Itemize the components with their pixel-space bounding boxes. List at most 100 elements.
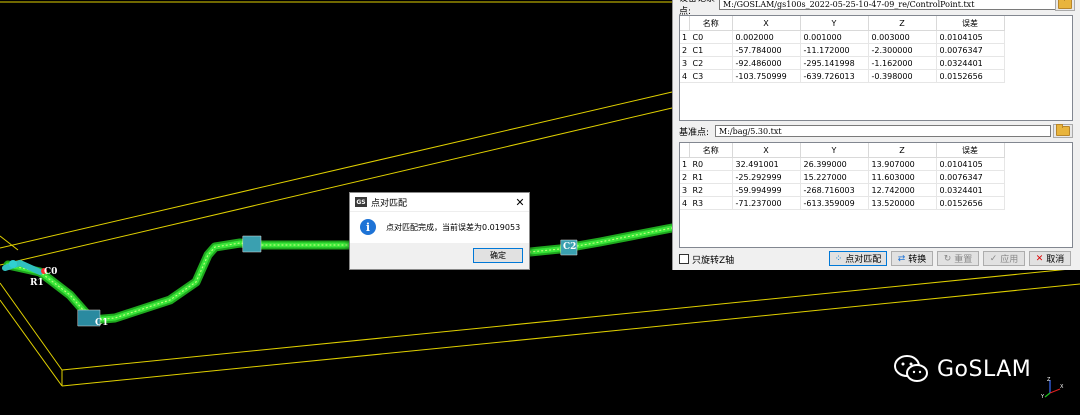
cell-name[interactable]: R1 bbox=[689, 170, 733, 184]
ok-button[interactable]: 确定 bbox=[473, 248, 523, 263]
cell-x[interactable]: -59.994999 bbox=[732, 183, 801, 197]
cell-y[interactable]: 26.399000 bbox=[800, 157, 869, 171]
cell-z[interactable]: 12.742000 bbox=[868, 183, 937, 197]
reference-points-path-input[interactable]: M:/bag/5.30.txt bbox=[715, 125, 1051, 137]
scene-label-c0: C0 bbox=[44, 267, 58, 277]
convert-label: 转换 bbox=[908, 255, 927, 265]
cell-y[interactable]: -639.726013 bbox=[800, 69, 869, 83]
column-header[interactable]: Y bbox=[800, 16, 869, 31]
cell-error[interactable]: 0.0324401 bbox=[936, 56, 1005, 70]
column-header[interactable]: X bbox=[732, 143, 801, 158]
device-points-path-row: 设备记录点: M:/GOSLAM/gs100s_2022-05-25-10-47… bbox=[679, 0, 1057, 17]
row-number-header bbox=[680, 16, 690, 31]
cell-error[interactable]: 0.0104105 bbox=[936, 157, 1005, 171]
table-row[interactable]: 2 R1 -25.292999 15.227000 11.603000 0.00… bbox=[680, 170, 1005, 184]
reset-button[interactable]: ↻ 重置 bbox=[937, 251, 979, 266]
table-row[interactable]: 2 C1 -57.784000 -11.172000 -2.300000 0.0… bbox=[680, 43, 1005, 57]
dialog-title: 点对匹配 bbox=[371, 198, 408, 209]
row-number: 2 bbox=[680, 170, 690, 184]
cell-z[interactable]: 11.603000 bbox=[868, 170, 937, 184]
device-points-browse-button[interactable] bbox=[1055, 0, 1075, 11]
column-header[interactable]: X bbox=[732, 16, 801, 31]
reference-points-grid: 名称 X Y Z 误差 1 R0 32.491001 26.399000 13.… bbox=[680, 143, 1005, 210]
column-header[interactable]: 误差 bbox=[936, 143, 1005, 158]
cell-z[interactable]: 13.907000 bbox=[868, 157, 937, 171]
column-header[interactable]: 误差 bbox=[936, 16, 1005, 31]
reset-icon: ↻ bbox=[943, 253, 952, 264]
z-axis-only-checkbox[interactable]: 只旋转Z轴 bbox=[679, 253, 734, 266]
z-axis-only-label: 只旋转Z轴 bbox=[692, 255, 735, 266]
column-header[interactable]: 名称 bbox=[689, 16, 733, 31]
cell-z[interactable]: -0.398000 bbox=[868, 69, 937, 83]
cell-y[interactable]: -295.141998 bbox=[800, 56, 869, 70]
dialog-footer: 确定 bbox=[350, 243, 529, 269]
action-bar: 只旋转Z轴 ⁘ 点对匹配 ⇄ 转换 ↻ 重置 ✓ 应用 ✕ 取消 bbox=[679, 251, 1075, 267]
cell-name[interactable]: C0 bbox=[689, 30, 733, 44]
column-header[interactable]: 名称 bbox=[689, 143, 733, 158]
cell-z[interactable]: 13.520000 bbox=[868, 196, 937, 210]
reference-points-browse-button[interactable] bbox=[1053, 124, 1073, 138]
folder-icon bbox=[1056, 124, 1070, 136]
cell-y[interactable]: -613.359009 bbox=[800, 196, 869, 210]
reference-points-path-row: 基准点: M:/bag/5.30.txt bbox=[679, 124, 1051, 138]
table-row[interactable]: 3 R2 -59.994999 -268.716003 12.742000 0.… bbox=[680, 183, 1005, 197]
cell-y[interactable]: 15.227000 bbox=[800, 170, 869, 184]
cell-error[interactable]: 0.0076347 bbox=[936, 43, 1005, 57]
cell-z[interactable]: -2.300000 bbox=[868, 43, 937, 57]
apply-button[interactable]: ✓ 应用 bbox=[983, 251, 1025, 266]
cell-y[interactable]: -268.716003 bbox=[800, 183, 869, 197]
cell-name[interactable]: R2 bbox=[689, 183, 733, 197]
dialog-body: i 点对匹配完成，当前误差为0.019053 bbox=[350, 212, 529, 242]
point-match-button[interactable]: ⁘ 点对匹配 bbox=[829, 251, 887, 266]
cell-x[interactable]: -92.486000 bbox=[732, 56, 801, 70]
cell-y[interactable]: 0.001000 bbox=[800, 30, 869, 44]
cell-name[interactable]: C1 bbox=[689, 43, 733, 57]
dialog-titlebar[interactable]: GS 点对匹配 ✕ bbox=[350, 193, 529, 212]
table-row[interactable]: 4 R3 -71.237000 -613.359009 13.520000 0.… bbox=[680, 196, 1005, 210]
folder-icon bbox=[1058, 0, 1072, 9]
cell-z[interactable]: 0.003000 bbox=[868, 30, 937, 44]
close-icon[interactable]: ✕ bbox=[511, 196, 529, 209]
app-logo-icon: GS bbox=[355, 197, 367, 207]
cell-y[interactable]: -11.172000 bbox=[800, 43, 869, 57]
column-header[interactable]: Y bbox=[800, 143, 869, 158]
row-number: 1 bbox=[680, 157, 690, 171]
cell-error[interactable]: 0.0104105 bbox=[936, 30, 1005, 44]
reference-points-table[interactable]: 名称 X Y Z 误差 1 R0 32.491001 26.399000 13.… bbox=[679, 142, 1073, 248]
cell-x[interactable]: -71.237000 bbox=[732, 196, 801, 210]
checkbox-box[interactable] bbox=[679, 254, 689, 264]
axis-triad-icon: Z X Y bbox=[1040, 377, 1064, 399]
cancel-button[interactable]: ✕ 取消 bbox=[1029, 251, 1071, 266]
cell-x[interactable]: -103.750999 bbox=[732, 69, 801, 83]
convert-button[interactable]: ⇄ 转换 bbox=[891, 251, 933, 266]
cell-x[interactable]: 0.002000 bbox=[732, 30, 801, 44]
cell-name[interactable]: R0 bbox=[689, 157, 733, 171]
column-header[interactable]: Z bbox=[868, 143, 937, 158]
cell-x[interactable]: -25.292999 bbox=[732, 170, 801, 184]
cell-error[interactable]: 0.0076347 bbox=[936, 170, 1005, 184]
cell-z[interactable]: -1.162000 bbox=[868, 56, 937, 70]
device-points-path-input[interactable]: M:/GOSLAM/gs100s_2022-05-25-10-47-09_re/… bbox=[719, 0, 1057, 10]
row-number: 2 bbox=[680, 43, 690, 57]
column-header[interactable]: Z bbox=[868, 16, 937, 31]
brand-name: GoSLAM bbox=[937, 356, 1032, 382]
cell-x[interactable]: 32.491001 bbox=[732, 157, 801, 171]
cell-x[interactable]: -57.784000 bbox=[732, 43, 801, 57]
match-points-icon: ⁘ bbox=[834, 253, 843, 264]
check-icon: ✓ bbox=[989, 253, 998, 264]
table-row[interactable]: 1 C0 0.002000 0.001000 0.003000 0.010410… bbox=[680, 30, 1005, 44]
cell-error[interactable]: 0.0324401 bbox=[936, 183, 1005, 197]
device-points-table[interactable]: 名称 X Y Z 误差 1 C0 0.002000 0.001000 0.003… bbox=[679, 15, 1073, 121]
cell-name[interactable]: C2 bbox=[689, 56, 733, 70]
cell-name[interactable]: R3 bbox=[689, 196, 733, 210]
cell-error[interactable]: 0.0152656 bbox=[936, 69, 1005, 83]
row-number: 4 bbox=[680, 196, 690, 210]
table-row[interactable]: 1 R0 32.491001 26.399000 13.907000 0.010… bbox=[680, 157, 1005, 171]
convert-arrows-icon: ⇄ bbox=[897, 253, 906, 264]
table-row[interactable]: 3 C2 -92.486000 -295.141998 -1.162000 0.… bbox=[680, 56, 1005, 70]
cell-name[interactable]: C3 bbox=[689, 69, 733, 83]
cell-error[interactable]: 0.0152656 bbox=[936, 196, 1005, 210]
reference-points-label: 基准点: bbox=[679, 127, 710, 138]
table-row[interactable]: 4 C3 -103.750999 -639.726013 -0.398000 0… bbox=[680, 69, 1005, 83]
wechat-icon bbox=[894, 355, 928, 382]
